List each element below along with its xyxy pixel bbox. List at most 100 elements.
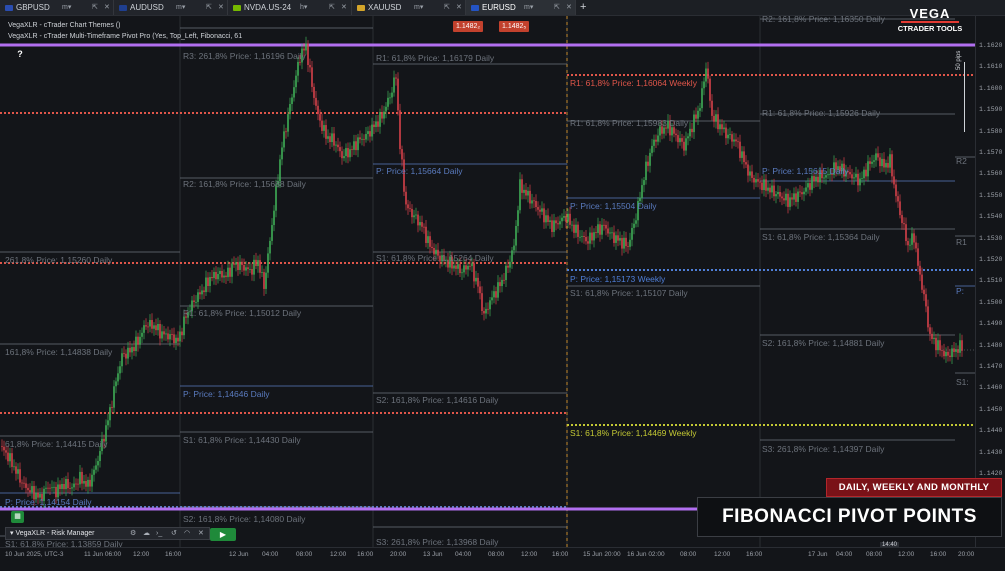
candle-body xyxy=(797,191,799,202)
cloud-icon[interactable]: ☁ xyxy=(143,528,150,539)
candle-body xyxy=(727,134,729,139)
close-icon[interactable]: ✕ xyxy=(456,0,462,15)
candle-body xyxy=(483,311,485,314)
close-icon[interactable]: ✕ xyxy=(198,528,204,539)
candle-body xyxy=(537,207,539,210)
gauge-icon[interactable]: ◠ xyxy=(184,528,190,539)
candle-body xyxy=(247,267,249,270)
candle-body xyxy=(535,200,537,208)
candle-body xyxy=(71,487,73,489)
timeframe-selector[interactable]: m▾ xyxy=(524,0,533,15)
candle-body xyxy=(385,106,387,112)
play-button[interactable]: ▶ xyxy=(210,528,236,541)
pivot-label: S2: 161,8% Price: 1,14616 Daily xyxy=(376,395,499,405)
candle-body xyxy=(181,331,183,336)
candle-body xyxy=(139,336,141,345)
candle-body xyxy=(577,224,579,237)
price-tick-label: 1.1610 xyxy=(979,63,1003,71)
candle-body xyxy=(787,193,789,207)
timeframe-selector[interactable]: h▾ xyxy=(300,0,307,15)
tab-label: XAUUSD xyxy=(368,3,402,12)
candle-body xyxy=(791,197,793,200)
candle-body xyxy=(883,158,885,168)
candle-body xyxy=(413,215,415,218)
candle-body xyxy=(673,127,675,134)
risk-manager-title[interactable]: ▾ VegaXLR - Risk Manager xyxy=(10,528,94,539)
candle-body xyxy=(227,267,229,278)
candle-body xyxy=(357,137,359,151)
candle-body xyxy=(381,112,383,119)
candle-body xyxy=(85,480,87,487)
candle-body xyxy=(9,453,11,462)
detach-icon[interactable]: ⇱ xyxy=(444,0,450,15)
candle-body xyxy=(239,261,241,270)
pivot-indicator-label: VegaXLR - cTrader Multi-Timeframe Pivot … xyxy=(8,33,243,40)
close-icon[interactable]: ✕ xyxy=(566,0,572,15)
tab-eurusd[interactable]: EURUSD m▾ ⇱ ✕ xyxy=(466,0,576,15)
candle-body xyxy=(167,333,169,340)
candle-body xyxy=(69,488,71,490)
detach-icon[interactable]: ⇱ xyxy=(554,0,560,15)
help-button[interactable]: ? xyxy=(14,48,26,60)
candle-body xyxy=(269,240,271,254)
candle-body xyxy=(601,224,603,235)
price-tick-label: 1.1480 xyxy=(979,341,1003,349)
candle-body xyxy=(545,215,547,223)
tab-gbpusd[interactable]: GBPUSD m▾ ⇱ ✕ xyxy=(0,0,114,15)
time-tick-label: 12:00 xyxy=(521,551,538,558)
price-axis[interactable]: 1.1620 1.1610 1.1600 1.1590 1.1580 1.1570 1.15… xyxy=(975,16,1005,547)
close-icon[interactable]: ✕ xyxy=(218,0,224,15)
time-axis[interactable]: 10 Jun 2025, UTC-3 11 Jun 06:00 12:00 16:00… xyxy=(0,547,1005,571)
time-tick-label: 16:00 xyxy=(165,551,182,558)
candle-body xyxy=(1,446,3,447)
candle-body xyxy=(219,270,221,275)
close-icon[interactable]: ✕ xyxy=(104,0,110,15)
detach-icon[interactable]: ⇱ xyxy=(92,0,98,15)
candle-body xyxy=(805,187,807,192)
candle-body xyxy=(761,182,763,191)
candle-body xyxy=(795,193,797,202)
candle-body xyxy=(589,232,591,244)
price-chart[interactable]: R3: 261,8% Price: 1,16196 Daily R1: 61,8%… xyxy=(0,16,975,547)
candle-body xyxy=(551,220,553,232)
tab-nvda[interactable]: NVDA.US-24 h▾ ⇱ ✕ xyxy=(228,0,352,15)
candle-body xyxy=(457,264,459,269)
candle-body xyxy=(49,487,51,489)
settings-icon[interactable]: ⚙ xyxy=(130,528,136,539)
candle-body xyxy=(893,176,895,185)
calendar-icon[interactable]: ▦ xyxy=(11,511,24,523)
time-tick-label: 13 Jun xyxy=(423,551,443,558)
pivot-label: 161,8% Price: 1,14838 Daily xyxy=(5,347,113,357)
terminal-icon[interactable]: ›_ xyxy=(156,528,162,539)
candle-body xyxy=(751,171,753,178)
candle-body xyxy=(91,474,93,487)
candle-body xyxy=(263,272,265,289)
candle-body xyxy=(151,319,153,329)
candle-body xyxy=(17,469,19,474)
candle-body xyxy=(961,340,963,351)
tab-xauusd[interactable]: XAUUSD m▾ ⇱ ✕ xyxy=(352,0,466,15)
candle-body xyxy=(785,193,787,201)
time-tick-label: 20:00 xyxy=(390,551,407,558)
detach-icon[interactable]: ⇱ xyxy=(206,0,212,15)
timeframe-selector[interactable]: m▾ xyxy=(62,0,71,15)
candle-body xyxy=(511,250,513,262)
ask-price[interactable]: 1.1482₅ xyxy=(499,21,530,32)
pivot-label: P: Price: 1,15615 Daily xyxy=(762,166,849,176)
tab-audusd[interactable]: AUDUSD m▾ ⇱ ✕ xyxy=(114,0,228,15)
candle-body xyxy=(23,482,25,484)
close-icon[interactable]: ✕ xyxy=(341,0,347,15)
candle-body xyxy=(895,184,897,197)
candle-body xyxy=(527,190,529,196)
detach-icon[interactable]: ⇱ xyxy=(329,0,335,15)
history-icon[interactable]: ↺ xyxy=(171,528,177,539)
timeframe-selector[interactable]: m▾ xyxy=(414,0,423,15)
candle-body xyxy=(763,179,765,191)
add-tab-button[interactable]: + xyxy=(580,0,586,15)
bid-price[interactable]: 1.1482₂ xyxy=(453,21,484,32)
timeframe-selector[interactable]: m▾ xyxy=(176,0,185,15)
pivot-label: S1: 61,8% Price: 1,14469 Weekly xyxy=(570,428,697,438)
price-tick-label: 1.1450 xyxy=(979,405,1003,413)
candle-body xyxy=(155,325,157,331)
candle-body xyxy=(7,452,9,462)
